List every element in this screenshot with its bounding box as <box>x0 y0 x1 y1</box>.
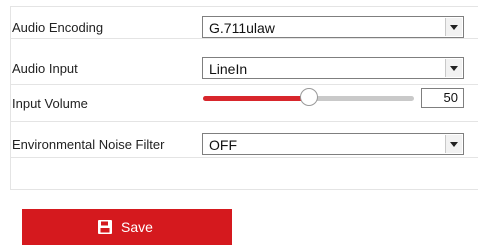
row-divider <box>11 157 478 158</box>
chevron-down-icon[interactable] <box>445 59 462 77</box>
save-button[interactable]: Save <box>22 209 232 245</box>
audio-input-select[interactable]: LineIn <box>202 57 464 79</box>
floppy-disk-icon <box>98 220 112 234</box>
row-divider <box>11 121 478 122</box>
row-divider <box>11 84 478 85</box>
chevron-down-icon[interactable] <box>445 135 462 153</box>
input-volume-label: Input Volume <box>12 96 88 111</box>
audio-encoding-select[interactable]: G.711ulaw <box>202 16 464 38</box>
audio-encoding-value: G.711ulaw <box>209 20 275 36</box>
slider-fill <box>203 96 309 101</box>
chevron-down-icon[interactable] <box>445 18 462 36</box>
audio-input-label: Audio Input <box>12 61 78 76</box>
slider-thumb[interactable] <box>300 88 318 106</box>
row-divider <box>11 38 478 39</box>
save-label: Save <box>121 219 153 235</box>
noise-filter-label: Environmental Noise Filter <box>12 137 165 152</box>
audio-encoding-label: Audio Encoding <box>12 20 104 35</box>
noise-filter-value: OFF <box>209 137 237 153</box>
noise-filter-select[interactable]: OFF <box>202 133 464 155</box>
input-volume-field[interactable]: 50 <box>421 88 464 108</box>
audio-input-value: LineIn <box>209 61 248 77</box>
